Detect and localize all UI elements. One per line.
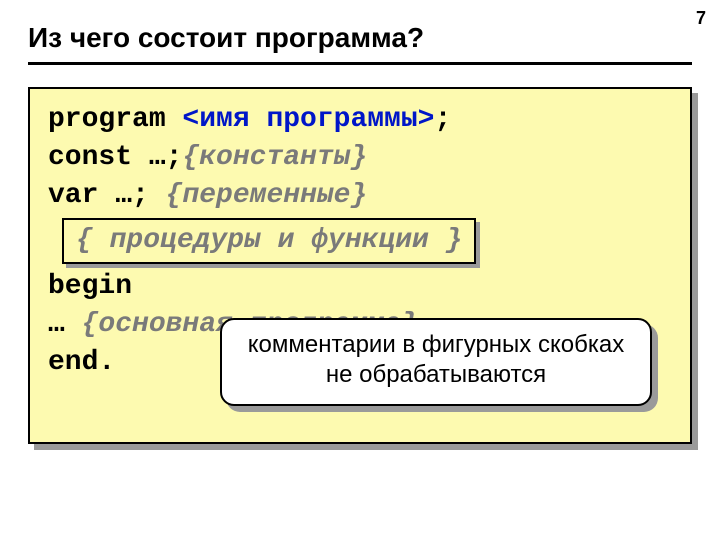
code-text: …; — [132, 142, 182, 173]
code-line-3: var …; {переменные} — [48, 177, 672, 215]
code-line-1: program <имя программы>; — [48, 101, 672, 139]
comment-brace-open: { — [76, 225, 110, 256]
inner-frame: { процедуры и функции } — [62, 218, 476, 264]
slide-title: Из чего состоит программа? — [0, 0, 720, 62]
page-number: 7 — [696, 8, 706, 29]
callout: комментарии в фигурных скобках не обраба… — [220, 318, 652, 406]
code-text: …; — [98, 180, 165, 211]
callout-line-2: не обрабатываются — [238, 360, 634, 390]
placeholder-program-name: <имя программы> — [166, 104, 435, 135]
inner-frame-box: { процедуры и функции } — [62, 218, 476, 264]
comment-brace-close: } — [429, 225, 463, 256]
code-line-5: begin — [48, 268, 672, 306]
comment-procedures: процедуры и функции — [110, 225, 429, 256]
keyword-program: program — [48, 104, 166, 135]
code-text: ; — [434, 104, 451, 135]
callout-box: комментарии в фигурных скобках не обраба… — [220, 318, 652, 406]
keyword-const: const — [48, 142, 132, 173]
keyword-var: var — [48, 180, 98, 211]
code-text: . — [98, 347, 115, 378]
code-text: … — [48, 309, 82, 340]
callout-line-1: комментарии в фигурных скобках — [238, 330, 634, 360]
code-line-2: const …;{константы} — [48, 139, 672, 177]
keyword-end: end — [48, 347, 98, 378]
title-divider — [28, 62, 692, 65]
comment-constants: {константы} — [182, 142, 367, 173]
comment-variables: {переменные} — [166, 180, 368, 211]
keyword-begin: begin — [48, 271, 132, 302]
